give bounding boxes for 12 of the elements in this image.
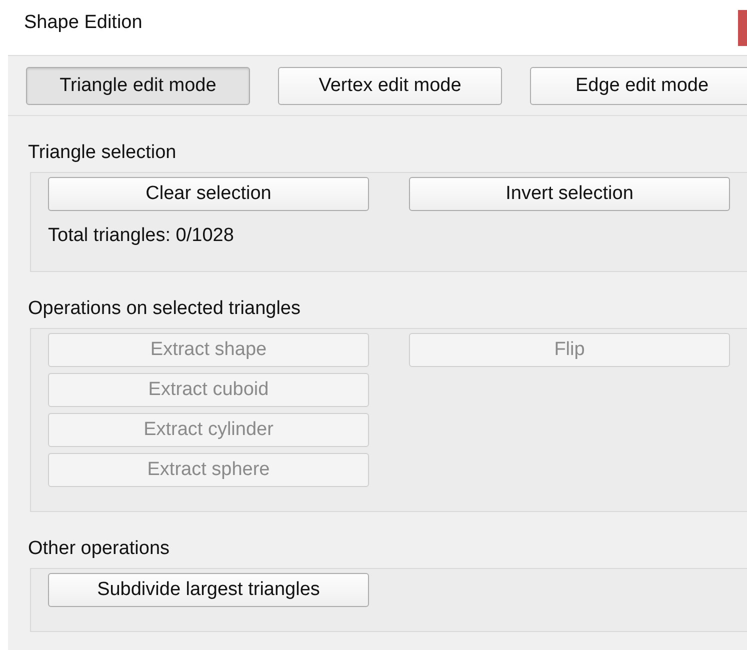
group-title: Operations on selected triangles bbox=[28, 298, 302, 320]
window-title: Shape Edition bbox=[24, 12, 142, 34]
group-title: Other operations bbox=[28, 538, 171, 560]
action-button[interactable]: Subdivide largest triangles bbox=[48, 573, 369, 607]
mode-tab[interactable]: Edge edit mode bbox=[530, 67, 747, 105]
action-button[interactable]: Invert selection bbox=[409, 177, 730, 211]
mode-tab[interactable]: Vertex edit mode bbox=[278, 67, 502, 105]
triangle-count: Total triangles: 0/1028 bbox=[48, 225, 235, 247]
close-button[interactable] bbox=[738, 10, 747, 46]
group-title: Triangle selection bbox=[28, 142, 178, 164]
action-button[interactable]: Clear selection bbox=[48, 177, 369, 211]
mode-tab[interactable]: Triangle edit mode bbox=[26, 67, 250, 105]
